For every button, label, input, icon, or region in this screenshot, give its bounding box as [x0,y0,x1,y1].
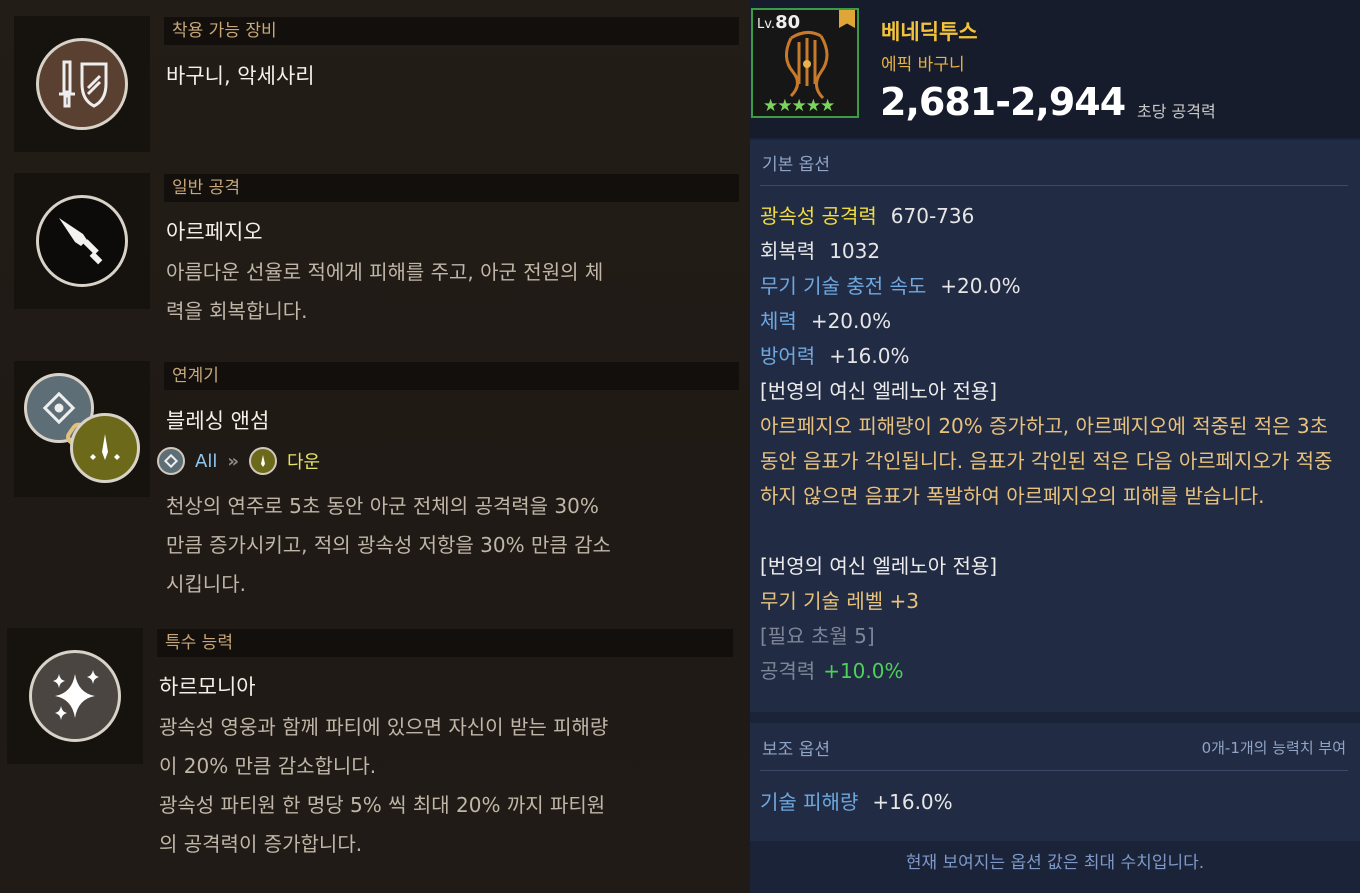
divider [760,185,1348,186]
equipment-types: 바구니, 악세사리 [166,64,315,88]
double-chevron-icon: » [227,450,239,472]
option-light-attack: 광속성 공격력 670-736 [760,204,975,228]
chain-skill-description: 천상의 연주로 5초 동안 아군 전체의 공격력을 30% 만큼 증가시키고, … [166,494,611,596]
down-type-icon [70,413,140,483]
normal-attack-description: 아름다운 선율로 적에게 피해를 주고, 아군 전원의 체 력을 회복합니다. [166,260,604,323]
bonus-attack: 공격력 +10.0% [760,659,904,683]
item-name: 베네딕투스 [881,20,978,44]
chain-from-label: All [195,450,218,472]
item-tooltip: Lv.80 ★★★★★ 베네딕투스 에픽 바구니 2,681-2,944 초당 … [750,0,1360,893]
special-ability-name: 하르모니아 [159,675,256,699]
sword-shield-icon [36,38,128,130]
equipment-icon-box [14,16,150,152]
item-attack-range: 2,681-2,944 [880,80,1126,124]
exclusive-title-1: [번영의 여신 엘레노아 전용] [760,379,998,403]
special-ability-icon-box [7,628,143,764]
bookmark-icon [839,10,855,28]
section-header: 특수 능력 [157,629,733,657]
section-header: 일반 공격 [164,174,739,202]
dagger-icon [36,195,128,287]
max-value-notice: 현재 보여지는 옵션 값은 최대 수치입니다. [905,853,1205,873]
harp-icon [785,31,829,100]
sub-option-skill-damage: 기술 피해량 +16.0% [760,790,953,814]
chain-to-label: 다운 [286,452,321,473]
option-recovery: 회복력 1032 [760,239,881,263]
sub-options-label: 보조 옵션 [762,740,830,760]
divider [760,770,1348,771]
down-mini-icon [248,447,277,475]
chain-condition: All » 다운 [157,447,320,475]
required-transcend: [필요 초월 5] [760,624,875,648]
option-hp: 체력 +20.0% [760,309,892,333]
star-rating: ★★★★★ [763,96,835,116]
item-rarity-type: 에픽 바구니 [881,55,965,75]
sub-options-panel: 보조 옵션 0개-1개의 능력치 부여 기술 피해량 +16.0% [750,723,1360,841]
exclusive-skill-level: 무기 기술 레벨 +3 [760,589,919,613]
sub-options-note: 0개-1개의 능력치 부여 [1201,739,1346,757]
all-mini-icon [157,447,185,475]
normal-attack-icon-box [14,173,150,309]
chain-skill-name: 블레싱 앤섬 [166,409,270,433]
option-defense: 방어력 +16.0% [760,344,910,368]
item-portrait[interactable]: Lv.80 ★★★★★ [751,8,859,118]
basic-options-label: 기본 옵션 [762,155,830,175]
exclusive-effect-text: 아르페지오 피해량이 20% 증가하고, 아르페지오에 적중된 적은 3초 동안… [760,414,1333,508]
basic-options-panel: 기본 옵션 광속성 공격력 670-736 회복력 1032 무기 기술 충전 속도… [750,140,1360,712]
item-header: Lv.80 ★★★★★ 베네딕투스 에픽 바구니 2,681-2,944 초당 … [750,0,1360,138]
special-ability-description: 광속성 영웅과 함께 파티에 있으면 자신이 받는 피해량 이 20% 만큼 감… [159,715,609,856]
section-header: 연계기 [164,362,739,390]
chain-skill-icon-box [14,361,150,497]
exclusive-title-2: [번영의 여신 엘레노아 전용] [760,554,998,578]
hero-info-panel: 착용 가능 장비 바구니, 악세사리 일반 공격 아르페지오 아름다운 선율로 … [0,0,750,893]
sparkle-icon [29,650,121,742]
normal-attack-name: 아르페지오 [166,220,263,244]
option-skill-charge: 무기 기술 충전 속도 +20.0% [760,274,1021,298]
section-header: 착용 가능 장비 [164,17,739,45]
attack-per-second-label: 초당 공격력 [1137,102,1216,121]
